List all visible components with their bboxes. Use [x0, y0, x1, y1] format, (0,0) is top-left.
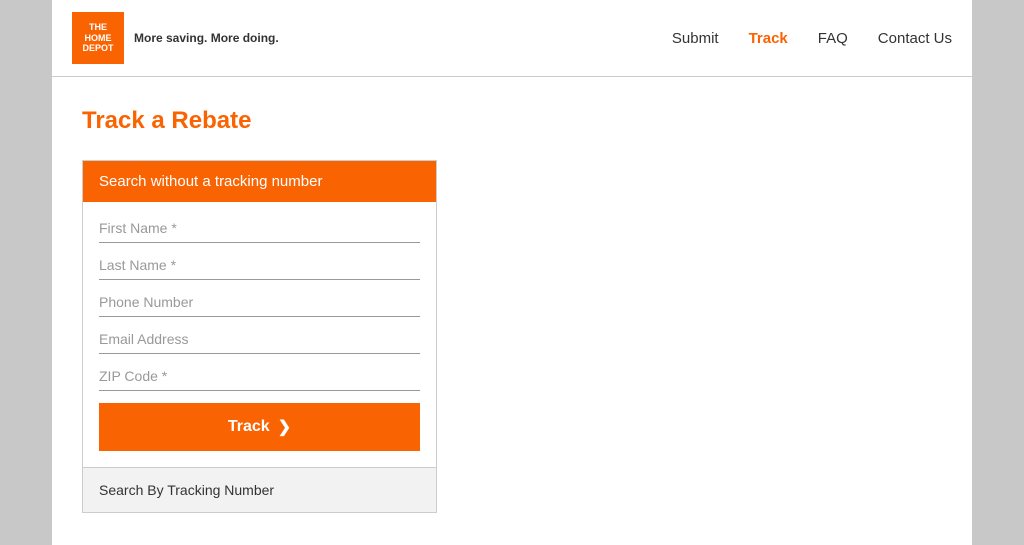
main-nav: Submit Track FAQ Contact Us [672, 30, 952, 47]
email-address-input[interactable] [99, 329, 420, 349]
page-title: Track a Rebate [82, 107, 942, 135]
logo-tagline: More saving. More doing. [134, 31, 279, 45]
email-address-field[interactable] [99, 321, 420, 354]
last-name-field[interactable] [99, 247, 420, 280]
first-name-input[interactable] [99, 218, 420, 238]
nav-item-faq[interactable]: FAQ [818, 30, 848, 47]
header: THE HOME DEPOT More saving. More doing. … [52, 0, 972, 77]
track-button-label: Track [228, 418, 270, 436]
phone-number-field[interactable] [99, 284, 420, 317]
phone-number-input[interactable] [99, 292, 420, 312]
form-body: Track ❯ [83, 202, 436, 467]
nav-item-contact-us[interactable]: Contact Us [878, 30, 952, 47]
last-name-input[interactable] [99, 255, 420, 275]
track-button[interactable]: Track ❯ [99, 403, 420, 451]
zip-code-input[interactable] [99, 366, 420, 386]
home-depot-logo: THE HOME DEPOT [72, 12, 124, 64]
search-by-tracking-number[interactable]: Search By Tracking Number [83, 467, 436, 512]
page-wrapper: THE HOME DEPOT More saving. More doing. … [52, 0, 972, 545]
first-name-field[interactable] [99, 210, 420, 243]
zip-code-field[interactable] [99, 358, 420, 391]
search-form-card: Search without a tracking number [82, 160, 437, 513]
form-card-header: Search without a tracking number [83, 161, 436, 202]
chevron-right-icon: ❯ [278, 417, 291, 437]
nav-item-submit[interactable]: Submit [672, 30, 719, 47]
main-content: Track a Rebate Search without a tracking… [52, 77, 972, 543]
nav-item-track[interactable]: Track [749, 30, 788, 47]
logo-area: THE HOME DEPOT More saving. More doing. [72, 12, 279, 64]
